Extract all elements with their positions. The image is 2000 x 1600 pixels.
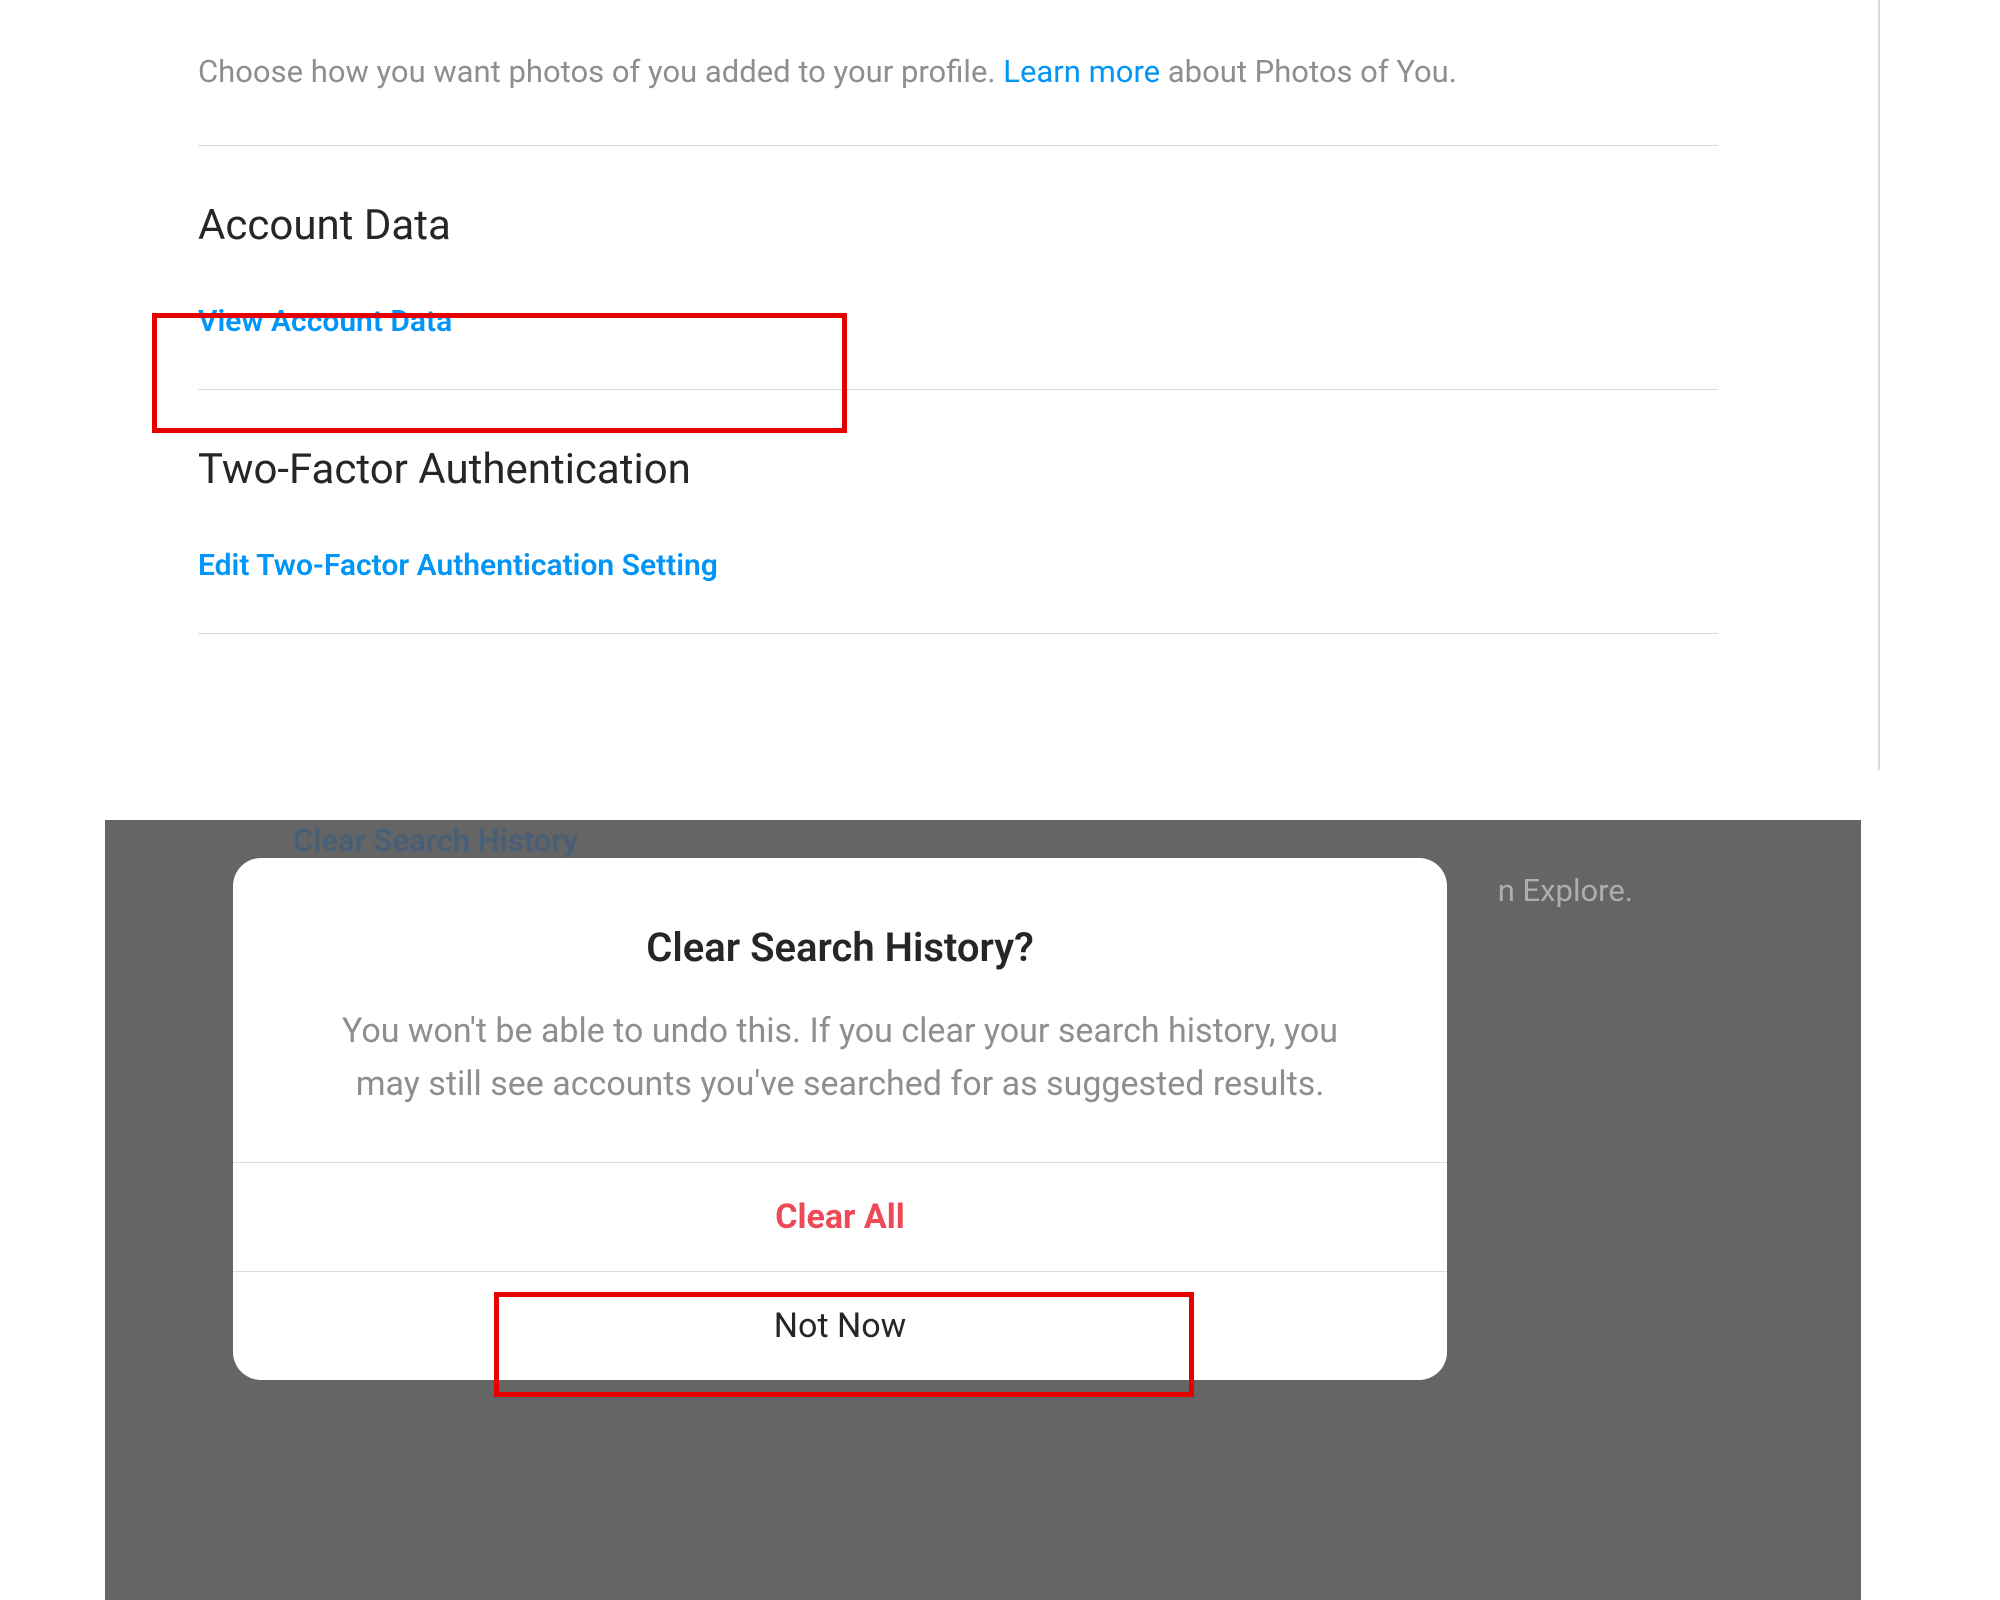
learn-more-link[interactable]: Learn more	[1003, 53, 1160, 90]
photos-desc-text-1: Choose how you want photos of you added …	[198, 53, 1003, 90]
photos-desc-text-2: about Photos of You.	[1160, 53, 1457, 90]
edit-two-factor-link[interactable]: Edit Two-Factor Authentication Setting	[198, 548, 718, 583]
explore-text-fragment: n Explore.	[1498, 872, 1633, 909]
account-data-section: Account Data View Account Data	[198, 146, 1718, 389]
photos-of-you-description: Choose how you want photos of you added …	[198, 50, 1718, 93]
dialog-content: Clear Search History? You won't be able …	[233, 858, 1447, 1162]
dialog-title: Clear Search History?	[333, 924, 1347, 971]
account-data-title: Account Data	[198, 201, 1718, 250]
two-factor-title: Two-Factor Authentication	[198, 445, 1718, 494]
bottom-screenshot-container: Clear Search History n Explore. Clear Se…	[105, 820, 1861, 1600]
two-factor-section: Two-Factor Authentication Edit Two-Facto…	[198, 390, 1718, 633]
view-account-data-link[interactable]: View Account Data	[198, 304, 452, 339]
clear-all-button[interactable]: Clear All	[233, 1162, 1447, 1271]
clear-search-history-label-bg: Clear Search History	[293, 822, 578, 859]
dialog-body: You won't be able to undo this. If you c…	[333, 1005, 1347, 1110]
right-border	[1878, 0, 1880, 770]
divider	[198, 633, 1718, 634]
settings-panel: Choose how you want photos of you added …	[198, 50, 1718, 634]
not-now-button[interactable]: Not Now	[233, 1271, 1447, 1380]
clear-search-history-dialog: Clear Search History? You won't be able …	[233, 858, 1447, 1380]
